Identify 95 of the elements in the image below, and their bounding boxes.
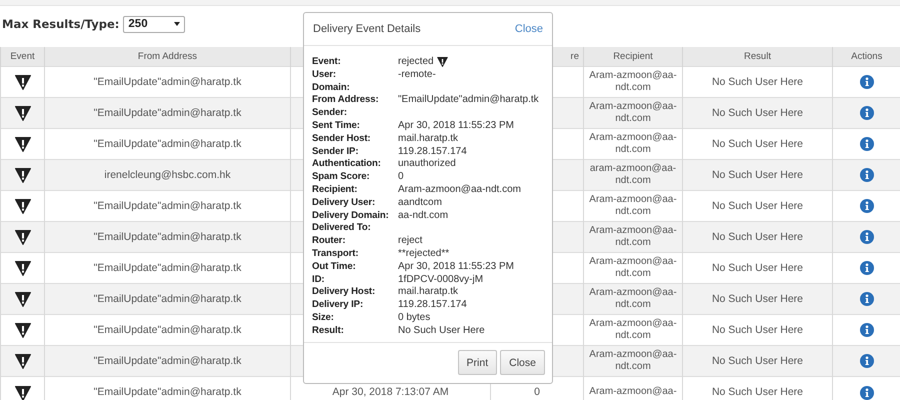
info-icon[interactable] [860, 106, 874, 120]
field-value: reject [398, 235, 422, 248]
field-value: "EmailUpdate"admin@haratp.tk [398, 94, 539, 108]
table-cell: "EmailUpdate"admin@haratp.tk [44, 98, 290, 128]
field-label: Router: [312, 235, 346, 248]
table-cell: Aram-azmoon@aa- [584, 376, 682, 400]
table-cell: No Such User Here [682, 346, 832, 376]
field-value: Aram-azmoon@aa-ndt.com [398, 184, 521, 197]
field-value: -remote- [398, 68, 436, 82]
table-cell: 0 [534, 386, 540, 398]
info-icon[interactable] [860, 354, 874, 368]
table-cell: Aram-azmoon@aa-ndt.com [584, 346, 682, 376]
table-cell: No Such User Here [682, 284, 832, 314]
table-cell: No Such User Here [682, 376, 832, 400]
field-label: Sent Time: [312, 120, 361, 133]
field-value: 1fDPCV-0008vy-jM [398, 274, 484, 286]
warning-triangle-icon [14, 292, 30, 306]
warning-triangle-icon [14, 354, 30, 368]
column-header: From Address [44, 47, 290, 66]
warning-triangle-icon [14, 106, 30, 120]
table-cell: No Such User Here [682, 98, 832, 128]
field-label: Sender IP: [312, 146, 360, 158]
field-value: 0 [398, 171, 404, 184]
field-label: Authentication: [312, 158, 382, 172]
column-header: Event [0, 47, 44, 66]
table-cell: Aram-azmoon@aa-ndt.com [584, 98, 682, 128]
field-value: Apr 30, 2018 11:55:23 PM [398, 260, 514, 274]
warning-triangle-icon [14, 74, 30, 90]
field-label: Delivery Domain: [312, 210, 390, 222]
warning-triangle-icon [14, 322, 30, 338]
field-value: unauthorized [398, 158, 456, 172]
table-cell: "EmailUpdate"admin@haratp.tk [44, 346, 290, 376]
field-label: Delivery User: [312, 196, 376, 210]
warning-triangle-icon [14, 136, 30, 152]
table-cell: Aram-azmoon@aa-ndt.com [584, 222, 682, 252]
table-cell: No Such User Here [682, 160, 832, 190]
field-label: Recipient: [312, 184, 358, 197]
field-label: ID: [312, 274, 326, 286]
field-value: **rejected** [398, 248, 450, 261]
field-value: aa-ndt.com [398, 210, 448, 222]
print-button[interactable]: Print [458, 350, 498, 375]
field-label: Out Time: [312, 260, 357, 274]
info-icon[interactable] [860, 168, 874, 182]
column-header: Actions [832, 47, 900, 66]
info-icon[interactable] [860, 75, 874, 89]
close-link[interactable]: Close [514, 23, 543, 35]
field-label: Delivery Host: [312, 286, 376, 300]
info-icon[interactable] [860, 292, 874, 306]
field-label: Spam Score: [312, 171, 371, 184]
field-label: Delivery IP: [312, 299, 364, 312]
max-results-label: Max Results/Type: [2, 17, 120, 31]
field-value: 119.28.157.174 [398, 146, 467, 158]
field-value: mail.haratp.tk [398, 286, 458, 300]
info-icon[interactable] [860, 386, 874, 400]
info-icon[interactable] [860, 230, 874, 244]
warning-triangle-icon [14, 230, 30, 244]
column-header: Result [682, 47, 832, 66]
info-icon[interactable] [860, 199, 874, 213]
field-label: Delivered To: [312, 222, 372, 236]
warning-triangle-icon [436, 57, 448, 68]
table-cell: irenelcleung@hsbc.com.hk [44, 160, 290, 190]
field-label: Event: [312, 56, 342, 69]
field-label: Sender Host: [312, 132, 372, 146]
info-icon[interactable] [860, 261, 874, 275]
dropdown-caret-icon [174, 22, 180, 26]
field-value: 119.28.157.174 [398, 299, 467, 312]
warning-triangle-icon [14, 198, 30, 214]
close-button[interactable]: Close [500, 350, 545, 375]
warning-triangle-icon [14, 260, 30, 276]
table-cell: "EmailUpdate"admin@haratp.tk [44, 284, 290, 314]
field-label: Sender: [312, 107, 348, 120]
warning-triangle-icon [14, 168, 30, 182]
field-label: Size: [312, 312, 335, 325]
table-cell: aram-azmoon@aa-ndt.com [584, 160, 682, 190]
info-icon[interactable] [860, 323, 874, 337]
field-value: rejected [398, 56, 434, 69]
max-results-select[interactable]: 250 [123, 16, 186, 32]
field-label: From Address: [312, 94, 380, 108]
column-header: Recipient [584, 47, 682, 66]
field-value: Apr 30, 2018 11:55:23 PM [398, 120, 514, 133]
table-cell: No Such User Here [682, 222, 832, 252]
field-label: Transport: [312, 248, 360, 261]
field-value: aandtcom [398, 196, 442, 210]
field-value: No Such User Here [398, 324, 485, 338]
table-cell: Aram-azmoon@aa-ndt.com [584, 284, 682, 314]
info-icon[interactable] [860, 137, 874, 151]
field-value: 0 bytes [398, 312, 430, 325]
table-cell: "EmailUpdate"admin@haratp.tk [44, 222, 290, 252]
table-cell: "EmailUpdate"admin@haratp.tk [44, 376, 290, 400]
field-value: mail.haratp.tk [398, 132, 458, 146]
field-label: Result: [312, 324, 345, 338]
table-cell: Apr 30, 2018 7:13:07 AM [332, 386, 449, 398]
field-label: User: [312, 68, 338, 82]
field-label: Domain: [312, 82, 351, 94]
dialog-title: Delivery Event Details [313, 23, 421, 35]
